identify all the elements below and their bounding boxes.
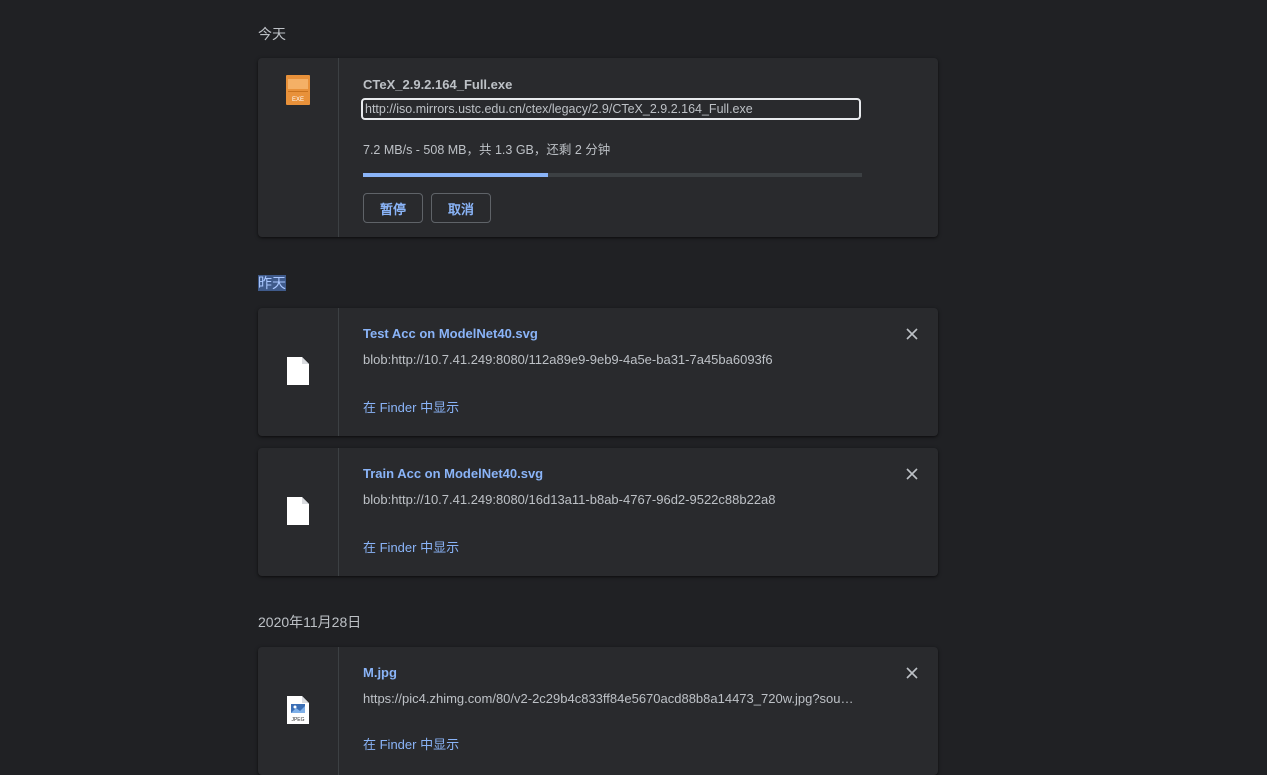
- download-filename-link[interactable]: Test Acc on ModelNet40.svg: [363, 326, 538, 341]
- download-url-selected[interactable]: http://iso.mirrors.ustc.edu.cn/ctex/lega…: [361, 98, 861, 120]
- section-heading-date: 2020年11月28日: [258, 614, 362, 630]
- remove-close-icon[interactable]: [904, 665, 920, 681]
- remove-close-icon[interactable]: [904, 326, 920, 342]
- section-heading-yesterday: 昨天: [258, 273, 286, 293]
- file-icon-column: [258, 448, 339, 576]
- show-in-finder-link[interactable]: 在 Finder 中显示: [363, 537, 459, 556]
- jpeg-file-icon: JPEG: [287, 696, 309, 729]
- section-heading-yesterday-text: 昨天: [258, 275, 286, 291]
- remove-close-icon[interactable]: [904, 466, 920, 482]
- svg-text:JPEG: JPEG: [291, 717, 304, 723]
- download-card-train-acc: Train Acc on ModelNet40.svg blob:http://…: [258, 448, 938, 576]
- section-heading-today: 今天: [258, 26, 286, 42]
- download-card-ctex: EXE CTeX_2.9.2.164_Full.exe http://iso.m…: [258, 58, 938, 237]
- download-filename-link[interactable]: M.jpg: [363, 665, 397, 680]
- generic-file-icon: [287, 497, 309, 530]
- show-in-finder-link[interactable]: 在 Finder 中显示: [363, 734, 459, 753]
- cancel-button[interactable]: 取消: [431, 193, 491, 223]
- show-in-finder-link[interactable]: 在 Finder 中显示: [363, 397, 459, 416]
- pause-button[interactable]: 暂停: [363, 193, 423, 223]
- download-status: 7.2 MB/s - 508 MB，共 1.3 GB，还剩 2 分钟: [363, 143, 611, 157]
- download-card-test-acc: Test Acc on ModelNet40.svg blob:http://1…: [258, 308, 938, 436]
- exe-file-icon: EXE: [286, 75, 310, 110]
- svg-text:EXE: EXE: [292, 97, 304, 103]
- download-url: https://pic4.zhimg.com/80/v2-2c29b4c833f…: [363, 691, 854, 706]
- generic-file-icon: [287, 357, 309, 390]
- download-filename-link[interactable]: Train Acc on ModelNet40.svg: [363, 466, 543, 481]
- download-url: blob:http://10.7.41.249:8080/112a89e9-9e…: [363, 352, 773, 367]
- file-icon-column: JPEG: [258, 647, 339, 775]
- file-icon-column: [258, 308, 339, 436]
- download-progress-fill: [363, 173, 548, 177]
- download-url: blob:http://10.7.41.249:8080/16d13a11-b8…: [363, 492, 776, 507]
- download-filename: CTeX_2.9.2.164_Full.exe: [363, 77, 513, 92]
- file-icon-column: EXE: [258, 58, 339, 237]
- download-progress-bar: [363, 173, 862, 177]
- download-card-m-jpg: JPEG M.jpg https://pic4.zhimg.com/80/v2-…: [258, 647, 938, 775]
